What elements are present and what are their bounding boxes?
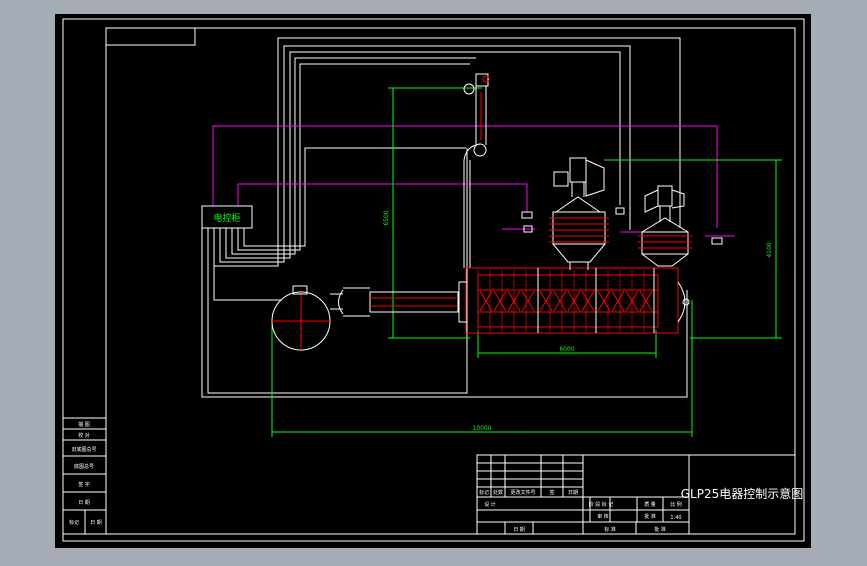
tb-right-label-3: 1:40 — [670, 515, 681, 521]
drawing-sheet — [55, 14, 811, 548]
tb-center-label-3: 签 — [549, 489, 554, 496]
left-label-5: 日 期 — [78, 500, 90, 506]
left-bottom-label-0: 标记 — [69, 519, 79, 526]
left-label-0: 描 图 — [78, 421, 90, 428]
drawing-title: GLP25电器控制示意图 — [681, 486, 804, 501]
tb-bottom-label-4: 批 准 — [654, 526, 666, 533]
tb-right-label-2: 比 例 — [670, 501, 682, 508]
tb-right-label-1: 质 量 — [644, 501, 656, 508]
dim-overall-length: 10000 — [472, 425, 491, 432]
tb-center-label-2: 更改文件号 — [510, 489, 535, 496]
left-label-1: 校 对 — [78, 432, 90, 439]
dim-furnace-length: 6000 — [559, 346, 574, 353]
dim-vertical-right: 4100 — [766, 242, 773, 257]
cad-viewport: 6500 4100 6000 10000 电控柜 描 图 校 对 旧底图总号 底… — [0, 0, 867, 562]
left-label-4: 签 字 — [78, 481, 90, 488]
control-cabinet-label: 电控柜 — [213, 212, 240, 224]
tb-center-label-5: 设 计 — [484, 501, 496, 508]
cad-drawing: 6500 4100 6000 10000 电控柜 描 图 校 对 旧底图总号 底… — [55, 14, 811, 548]
left-label-2: 旧底图总号 — [71, 446, 96, 453]
tb-bottom-label-3: 标 准 — [604, 526, 616, 533]
tb-bottom-label-0: 日 期 — [513, 527, 525, 533]
left-label-3: 底图总号 — [74, 463, 94, 470]
left-bottom-label-1: 日 期 — [90, 520, 102, 526]
tb-center-label-4: 日期 — [568, 490, 578, 496]
tb-center-label-0: 标记 — [479, 489, 489, 496]
tb-center-label-1: 处数 — [493, 489, 503, 496]
tb-bottom-label-1: 审 核 — [597, 513, 609, 520]
dim-vertical-left: 6500 — [383, 210, 390, 225]
tb-bottom-label-2: 批 准 — [644, 513, 656, 520]
tb-right-label-0: 阶 段 标 记 — [589, 501, 614, 508]
